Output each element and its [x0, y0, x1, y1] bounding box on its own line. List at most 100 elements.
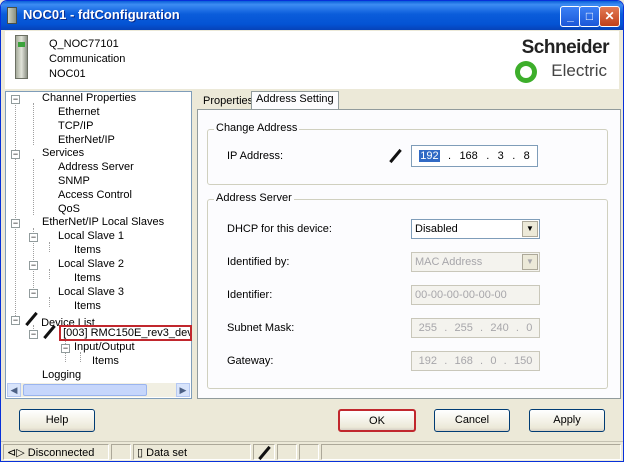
subnet-mask-input: 255 . 255 . 240 . 0 [411, 318, 540, 338]
ip-separator: . [480, 355, 484, 367]
status-cell [321, 444, 621, 460]
status-cell [277, 444, 297, 460]
tree-item-items[interactable]: Items [74, 300, 101, 312]
device-model: Q_NOC77101 [49, 38, 119, 50]
collapse-toggle[interactable]: − [11, 316, 20, 325]
device-type: Communication [49, 53, 126, 65]
ip-address-input[interactable]: 192 . 168 . 3 . 8 [411, 145, 538, 167]
ip-separator: . [444, 322, 448, 334]
collapse-toggle[interactable]: − [29, 261, 38, 270]
tree-item-ethernet[interactable]: Ethernet [58, 106, 100, 118]
device-header: Q_NOC77101 Communication NOC01 Schneider… [5, 31, 619, 89]
gateway-octet-2: 168 [454, 355, 473, 367]
help-button[interactable]: Help [19, 409, 95, 432]
tree-item-address-server[interactable]: Address Server [58, 161, 134, 173]
tree-item-qos[interactable]: QoS [58, 203, 80, 215]
ip-separator: . [515, 322, 519, 334]
cancel-button[interactable]: Cancel [434, 409, 510, 432]
chevron-down-icon: ▼ [522, 254, 538, 270]
collapse-toggle[interactable]: − [61, 344, 70, 353]
tab-address-setting[interactable]: Address Setting [251, 91, 339, 111]
collapse-toggle[interactable]: − [11, 219, 20, 228]
status-cell [111, 444, 131, 460]
title-bar[interactable]: NOC01 - fdtConfiguration _ □ ✕ [1, 1, 623, 30]
tree-item-items[interactable]: Items [92, 355, 119, 367]
tree-item-channel-properties[interactable]: Channel Properties [42, 92, 136, 104]
address-server-label: Address Server [214, 192, 294, 204]
ip-octet-1[interactable]: 192 [419, 150, 440, 162]
tree-item-access-control[interactable]: Access Control [58, 189, 132, 201]
edit-pencil-icon [388, 149, 402, 163]
scroll-right-arrow-icon[interactable]: ▶ [176, 383, 190, 397]
ok-button[interactable]: OK [338, 409, 416, 432]
tree-item-local-slave-3[interactable]: Local Slave 3 [58, 286, 124, 298]
tree-connector [49, 269, 50, 279]
tree-item-local-slave-1[interactable]: Local Slave 1 [58, 230, 124, 242]
tree-item-tcpip[interactable]: TCP/IP [58, 120, 93, 132]
app-icon [7, 7, 17, 24]
tree-connector [49, 297, 50, 307]
window-title: NOC01 - fdtConfiguration [23, 7, 180, 22]
ip-separator: . [480, 322, 484, 334]
subnet-octet-1: 255 [418, 322, 437, 334]
tree-item-rmc150e[interactable]: [003] RMC150E_rev3_deva <E [42, 325, 193, 342]
tree-item-services[interactable]: Services [42, 147, 84, 159]
tree-connector [80, 352, 81, 362]
minimize-button[interactable]: _ [560, 6, 581, 27]
tree-item-local-slaves[interactable]: EtherNet/IP Local Slaves [42, 216, 164, 228]
chevron-down-icon[interactable]: ▼ [522, 221, 538, 237]
ip-separator: . [447, 150, 452, 162]
button-bar: Help OK Cancel Apply [5, 403, 619, 439]
collapse-toggle[interactable]: − [11, 150, 20, 159]
scroll-left-arrow-icon[interactable]: ◀ [7, 383, 21, 397]
tree-item-rmc150e-label: [003] RMC150E_rev3_deva <E [59, 325, 193, 341]
collapse-toggle[interactable]: − [29, 233, 38, 242]
scrollbar-thumb[interactable] [23, 384, 147, 396]
maximize-button[interactable]: □ [579, 6, 600, 27]
gateway-octet-1: 192 [418, 355, 437, 367]
ip-separator: . [503, 355, 507, 367]
change-address-group: Change Address IP Address: 192 . 168 . 3… [207, 122, 608, 185]
tree-item-items[interactable]: Items [74, 272, 101, 284]
tree-item-input-output[interactable]: Input/Output [74, 341, 135, 353]
ip-separator: . [512, 150, 516, 162]
gateway-octet-3: 0 [490, 355, 497, 367]
tree-connector [33, 103, 34, 145]
tree-horizontal-scrollbar[interactable]: ◀ ▶ [7, 383, 190, 397]
ip-octet-3[interactable]: 3 [498, 150, 504, 162]
tree-item-snmp[interactable]: SNMP [58, 175, 90, 187]
subnet-octet-4: 0 [526, 322, 533, 334]
dhcp-select[interactable]: Disabled ▼ [411, 219, 540, 239]
collapse-toggle[interactable]: − [29, 330, 38, 339]
tree-item-ethernetip[interactable]: EtherNet/IP [58, 134, 115, 146]
plug-icon: ⊲▷ [7, 447, 25, 459]
edit-pencil-icon [24, 312, 38, 326]
apply-button[interactable]: Apply [529, 409, 605, 432]
status-bar: ⊲▷ Disconnected ▯ Data set [1, 441, 623, 461]
address-server-group: Address Server DHCP for this device: Dis… [207, 192, 608, 389]
tree-connector [33, 159, 34, 215]
database-icon: ▯ [137, 447, 144, 459]
tree-item-items[interactable]: Items [74, 244, 101, 256]
status-cell [299, 444, 319, 460]
tree-item-local-slave-2[interactable]: Local Slave 2 [58, 258, 124, 270]
ip-octet-2[interactable]: 168 [459, 150, 477, 162]
logo-leaf-icon [515, 61, 537, 83]
collapse-toggle[interactable]: − [11, 95, 20, 104]
ip-octet-4[interactable]: 8 [524, 150, 530, 162]
tree-item-logging[interactable]: Logging [42, 369, 81, 381]
change-address-label: Change Address [214, 122, 300, 134]
device-module-icon [15, 35, 28, 79]
identified-by-select: MAC Address ▼ [411, 252, 540, 272]
schneider-electric-logo: Schneider Electric [501, 35, 611, 83]
dhcp-label: DHCP for this device: [227, 223, 332, 235]
tab-content: Change Address IP Address: 192 . 168 . 3… [197, 109, 621, 399]
connection-status-text: Disconnected [27, 447, 95, 459]
edit-status-cell [253, 444, 275, 460]
dataset-status-text: Data set [146, 447, 188, 459]
gateway-octet-4: 150 [513, 355, 533, 367]
logo-text-schneider: Schneider [521, 37, 610, 58]
collapse-toggle[interactable]: − [29, 289, 38, 298]
close-button[interactable]: ✕ [599, 6, 620, 27]
navigation-tree[interactable]: − Channel Properties Ethernet TCP/IP Eth… [5, 91, 193, 399]
